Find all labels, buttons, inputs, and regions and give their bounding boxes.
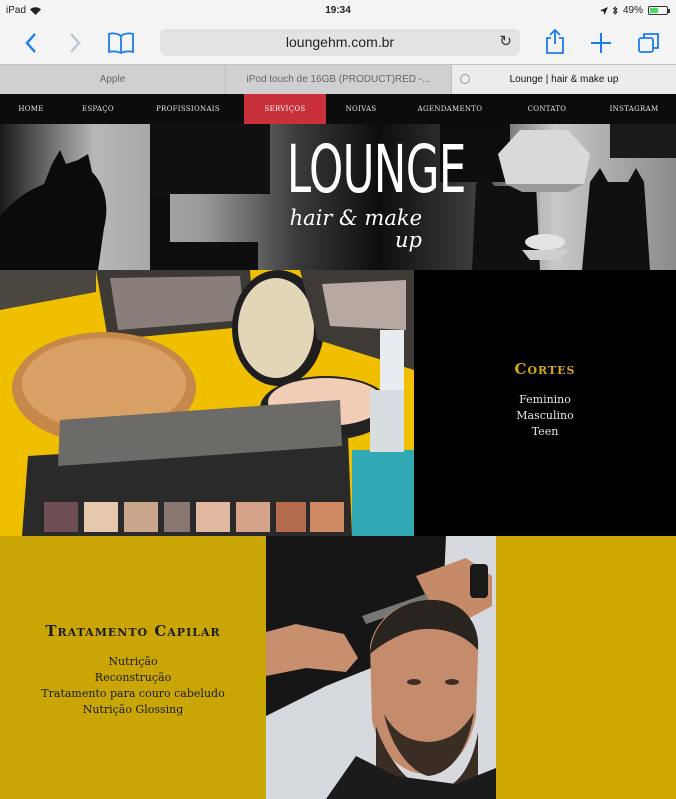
cortes-list: Feminino Masculino Teen xyxy=(414,392,676,440)
nav-item-instagram[interactable]: INSTAGRAM xyxy=(596,94,672,124)
service-item[interactable]: Masculino xyxy=(414,408,676,424)
bluetooth-icon xyxy=(612,6,618,15)
status-bar: iPad 19:34 49% xyxy=(0,0,676,22)
tab-ipod-touch[interactable]: iPod touch de 16GB (PRODUCT)RED -... xyxy=(226,65,452,94)
close-tab-icon[interactable] xyxy=(460,74,470,84)
service-item[interactable]: Nutrição Glossing xyxy=(0,702,266,718)
nav-item-noivas[interactable]: NOIVAS xyxy=(332,94,390,124)
nav-item-agendamento[interactable]: AGENDAMENTO xyxy=(402,94,498,124)
service-item[interactable]: Tratamento para couro cabeludo xyxy=(0,686,266,702)
forward-button[interactable] xyxy=(60,28,90,58)
service-tratamento-capilar[interactable]: Tratamento Capilar Nutrição Reconstrução… xyxy=(0,536,266,799)
makeup-illustration xyxy=(0,270,414,536)
back-button[interactable] xyxy=(16,28,46,58)
reload-icon[interactable]: ↻ xyxy=(499,32,512,50)
nav-item-servicos[interactable]: SERVIÇOS xyxy=(244,94,326,124)
tab-strip: Apple iPod touch de 16GB (PRODUCT)RED -.… xyxy=(0,64,676,94)
tabs-overview-button[interactable] xyxy=(634,28,664,58)
address-bar[interactable]: loungehm.com.br ↻ xyxy=(160,29,520,56)
makeup-photo xyxy=(0,270,414,536)
status-time: 19:34 xyxy=(325,5,351,16)
service-cortes[interactable]: Cortes Feminino Masculino Teen xyxy=(414,270,676,536)
tab-label: Lounge | hair & make up xyxy=(509,74,619,85)
brand-logo[interactable]: LOUNGE hair & make up xyxy=(258,130,466,252)
chevron-right-icon xyxy=(70,33,81,53)
service-title-tratamento: Tratamento Capilar xyxy=(45,622,221,640)
barber-photo xyxy=(266,536,496,799)
battery-icon xyxy=(648,6,670,15)
service-item[interactable]: Teen xyxy=(414,424,676,440)
status-right: 49% xyxy=(599,5,670,16)
cortes-block: Cortes Feminino Masculino Teen xyxy=(414,360,676,440)
chevron-left-icon xyxy=(25,33,36,53)
browser-toolbar: loungehm.com.br ↻ xyxy=(0,22,676,64)
share-icon xyxy=(546,28,564,54)
tratamento-block: Tratamento Capilar Nutrição Reconstrução… xyxy=(0,622,266,718)
barber-illustration xyxy=(266,536,496,799)
nav-item-profissionais[interactable]: PROFISSIONAIS xyxy=(140,94,236,124)
tratamento-list: Nutrição Reconstrução Tratamento para co… xyxy=(0,654,266,718)
tabs-icon xyxy=(638,33,659,53)
battery-percent: 49% xyxy=(622,5,643,16)
tab-lounge[interactable]: Lounge | hair & make up xyxy=(452,65,676,94)
service-item[interactable]: Feminino xyxy=(414,392,676,408)
site-nav: HOME ESPAÇO PROFISSIONAIS SERVIÇOS NOIVA… xyxy=(0,94,676,124)
share-button[interactable] xyxy=(540,28,570,58)
tab-apple[interactable]: Apple xyxy=(0,65,226,94)
nav-item-espaco[interactable]: ESPAÇO xyxy=(66,94,130,124)
nav-item-home[interactable]: HOME xyxy=(2,94,60,124)
service-item[interactable]: Nutrição xyxy=(0,654,266,670)
service-item[interactable]: Reconstrução xyxy=(0,670,266,686)
plus-icon xyxy=(591,33,611,53)
location-icon xyxy=(599,6,608,15)
tab-label: Apple xyxy=(99,74,126,85)
url-text: loungehm.com.br xyxy=(285,34,395,50)
book-icon xyxy=(108,32,134,55)
brand-tagline: hair & make up xyxy=(289,206,422,252)
service-title-cortes: Cortes xyxy=(514,360,576,378)
header-banner: LOUNGE hair & make up xyxy=(0,124,676,270)
nav-item-contato[interactable]: CONTATO xyxy=(510,94,584,124)
bookmarks-button[interactable] xyxy=(106,28,136,58)
brand-title: LOUNGE xyxy=(286,131,466,208)
tab-label: iPod touch de 16GB (PRODUCT)RED -... xyxy=(246,74,431,85)
new-tab-button[interactable] xyxy=(586,28,616,58)
yellow-panel xyxy=(496,536,676,799)
